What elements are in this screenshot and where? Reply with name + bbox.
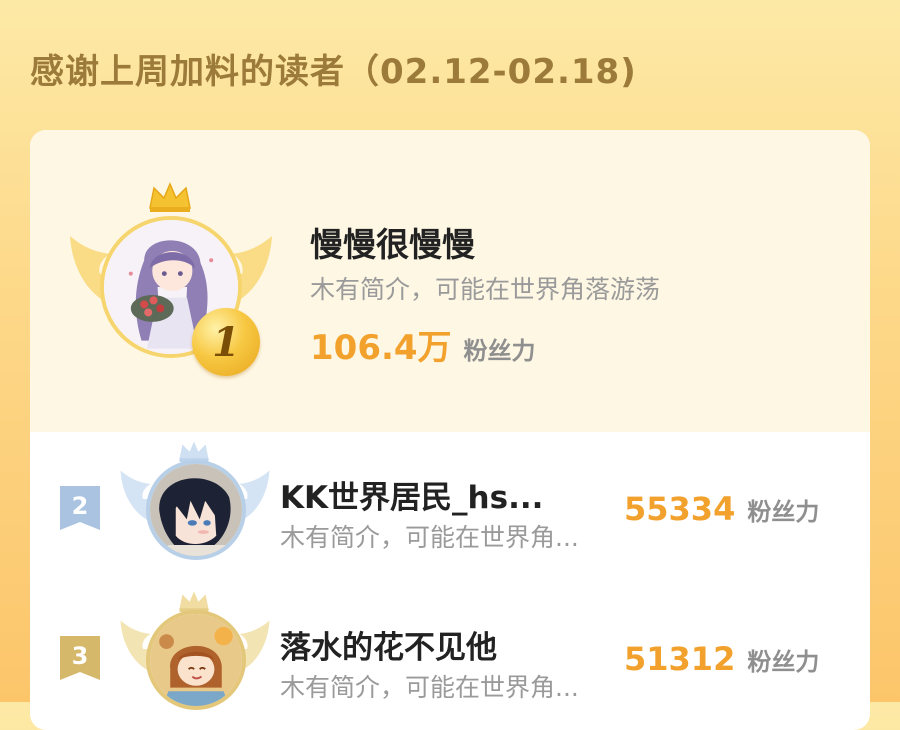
reader-bio: 木有简介，可能在世界角...	[280, 673, 579, 702]
top-reader-section[interactable]: 1 慢慢很慢慢 木有简介，可能在世界角落游荡 106.4万 粉丝力	[30, 130, 870, 432]
score-label: 粉丝力	[463, 337, 536, 365]
avatar[interactable]	[146, 460, 246, 560]
list-item[interactable]: 3 落水的花不见他 木有简介，可能在世界角... 51312 粉丝力	[30, 582, 870, 730]
score-value: 51312	[624, 640, 736, 678]
ranking-card: 1 慢慢很慢慢 木有简介，可能在世界角落游荡 106.4万 粉丝力 2 KK世界…	[30, 130, 870, 730]
page-title: 感谢上周加料的读者（02.12-02.18)	[30, 52, 637, 92]
rank-3-flag: 3	[60, 636, 100, 680]
reader-bio: 木有简介，可能在世界角...	[280, 523, 579, 552]
rank-2-avatar-badge[interactable]	[120, 440, 270, 570]
crown-icon	[179, 441, 209, 462]
avatar-illustration-icon	[150, 614, 242, 706]
fan-power-score: 106.4万 粉丝力	[310, 320, 536, 369]
rank-3-avatar-badge[interactable]	[120, 590, 270, 720]
rank-1-avatar-badge[interactable]: 1	[70, 182, 272, 376]
rank-2-flag: 2	[60, 486, 100, 530]
reader-bio: 木有简介，可能在世界角落游荡	[310, 275, 661, 304]
score-label: 粉丝力	[747, 498, 820, 526]
fan-power-score: 51312 粉丝力	[624, 640, 819, 678]
reader-name[interactable]: KK世界居民_hs...	[280, 472, 543, 517]
avatar-illustration-icon	[150, 464, 242, 556]
score-label: 粉丝力	[747, 648, 820, 676]
score-value: 55334	[624, 490, 736, 528]
reader-name[interactable]: 慢慢很慢慢	[310, 218, 475, 266]
reader-name[interactable]: 落水的花不见他	[280, 622, 497, 667]
list-item[interactable]: 2 KK世界居民_hs... 木有简介，可能在世界角... 55334 粉丝力	[30, 432, 870, 582]
fan-power-score: 55334 粉丝力	[624, 490, 819, 528]
rank-number: 3	[71, 642, 89, 670]
crown-icon	[149, 182, 191, 212]
score-value: 106.4万	[310, 328, 452, 368]
rank-1-medal: 1	[192, 308, 260, 376]
rank-number: 2	[71, 492, 89, 520]
crown-icon	[179, 591, 209, 612]
avatar[interactable]	[146, 610, 246, 710]
